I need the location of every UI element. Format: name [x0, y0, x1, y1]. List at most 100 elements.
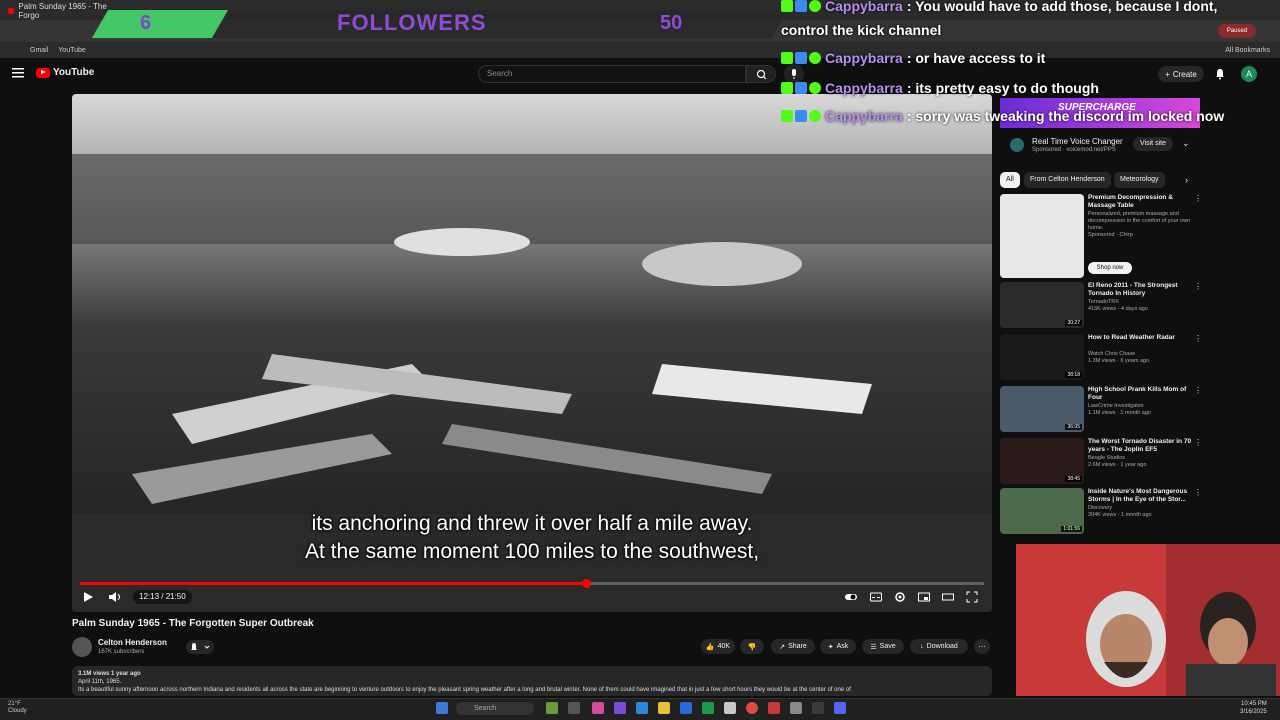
subscriber-count: 167K subscribers — [98, 649, 145, 655]
autoplay-toggle-icon[interactable] — [845, 591, 857, 603]
recommendation-title[interactable]: El Reno 2011 - The Strongest Tornado In … — [1088, 282, 1192, 298]
search-button[interactable] — [746, 65, 776, 83]
taskbar-search[interactable]: Search — [456, 702, 534, 715]
progress-bar-fill — [80, 582, 586, 585]
visit-site-button[interactable]: Visit site — [1133, 137, 1173, 151]
ad-title: Real Time Voice Changer — [1032, 137, 1123, 146]
chrome-icon[interactable] — [746, 702, 758, 714]
video-duration: 38:18 — [1065, 372, 1082, 378]
recommendation-title[interactable]: Premium Decompression & Massage Table — [1088, 194, 1192, 210]
views-date: 3.1M views 1 year ago — [78, 671, 141, 677]
ask-label: Ask — [836, 643, 849, 650]
windows-start-icon[interactable] — [436, 702, 448, 714]
like-button[interactable]: 👍 40K — [701, 639, 735, 654]
save-button[interactable]: ☰ Save — [862, 639, 904, 654]
bookmark-youtube[interactable]: YouTube — [58, 47, 86, 54]
kick-badge-icon — [781, 82, 793, 94]
miniplayer-icon[interactable] — [918, 591, 930, 603]
more-options-icon[interactable]: ⋮ — [1194, 334, 1202, 343]
recommendation-thumbnail[interactable] — [1000, 194, 1084, 278]
settings-gear-icon[interactable] — [894, 591, 906, 603]
more-options-icon[interactable]: ⋮ — [1194, 438, 1202, 447]
settings-icon[interactable] — [790, 702, 802, 714]
app-icon[interactable] — [724, 702, 736, 714]
description-text: Its a beautiful sunny afternoon across n… — [78, 687, 851, 693]
all-bookmarks[interactable]: All Bookmarks — [1225, 47, 1270, 54]
sparkle-icon: ✦ — [827, 643, 834, 651]
more-options-icon[interactable]: ⋮ — [1194, 488, 1202, 497]
chat-text: : or have access to it — [906, 50, 1046, 66]
teams-icon[interactable] — [614, 702, 626, 714]
recommendation-thumbnail[interactable]: 38:45 — [1000, 438, 1084, 484]
captions-icon[interactable] — [870, 591, 882, 603]
ask-button[interactable]: ✦ Ask — [820, 639, 856, 654]
discord-icon[interactable] — [834, 702, 846, 714]
chevron-down-icon[interactable]: ⌄ — [1182, 138, 1190, 149]
recommendation-stats: 2.6M views · 1 year ago — [1088, 462, 1147, 468]
description-box[interactable]: 3.1M views 1 year ago April 11th, 1965. … — [72, 666, 992, 696]
profile-status[interactable]: Paused — [1218, 24, 1256, 38]
save-icon: ☰ — [870, 643, 877, 651]
excel-icon[interactable] — [702, 702, 714, 714]
search-icon — [756, 69, 767, 80]
theater-mode-icon[interactable] — [942, 591, 954, 603]
account-avatar[interactable]: A — [1241, 66, 1257, 82]
chip-all[interactable]: All — [1000, 172, 1020, 188]
recommendation-stats: 1.3M views · 6 years ago — [1088, 358, 1150, 364]
play-icon[interactable] — [82, 591, 94, 603]
subtitle-line-2: At the same moment 100 miles to the sout… — [304, 540, 760, 563]
recommendation-stats: Personalized, premium massage and decomp… — [1088, 211, 1191, 231]
share-button[interactable]: ↗ Share — [771, 639, 815, 654]
dislike-button[interactable]: 👎 — [740, 639, 764, 654]
weather-widget[interactable]: 21°F Cloudy — [8, 701, 27, 715]
task-view-icon[interactable] — [546, 702, 558, 714]
notifications-bell-icon[interactable] — [1214, 68, 1226, 80]
edge-icon[interactable] — [636, 702, 648, 714]
recommendation-thumbnail[interactable]: 30:27 — [1000, 282, 1084, 328]
chip-from-channel[interactable]: From Celton Henderson — [1024, 172, 1111, 188]
volume-icon[interactable] — [108, 591, 122, 603]
vip-badge-icon — [809, 110, 821, 122]
recommendation-title[interactable]: Inside Nature's Most Dangerous Storms | … — [1088, 488, 1192, 504]
recommendation-thumbnail[interactable]: 38:18 — [1000, 334, 1084, 380]
copilot-icon[interactable] — [592, 702, 604, 714]
progress-scrubber[interactable] — [581, 579, 591, 588]
recommendation-thumbnail[interactable]: 36:05 — [1000, 386, 1084, 432]
chat-message: Cappybarra: or have access to it — [781, 50, 1045, 66]
chat-text: : You would have to add those, because I… — [906, 0, 1218, 14]
more-actions-button[interactable]: ⋯ — [974, 639, 990, 654]
chip-meteorology[interactable]: Meteorology — [1114, 172, 1165, 188]
subscribed-bell-button[interactable] — [186, 640, 214, 654]
channel-name[interactable]: Celton Henderson — [98, 638, 167, 647]
shop-now-button[interactable]: Shop now — [1088, 262, 1132, 274]
hamburger-menu-icon[interactable] — [12, 68, 24, 78]
recommendation-channel: Discovery — [1088, 505, 1113, 511]
more-options-icon[interactable]: ⋮ — [1194, 194, 1202, 203]
store-icon[interactable] — [680, 702, 692, 714]
chat-message: Cappybarra: sorry was tweaking the disco… — [781, 108, 1224, 124]
save-label: Save — [879, 643, 896, 650]
create-button[interactable]: + Create — [1158, 66, 1204, 82]
download-button[interactable]: ↓ Download — [910, 639, 968, 654]
recommendation-title[interactable]: High School Prank Kills Mom of Four — [1088, 386, 1192, 402]
recommendation-title[interactable]: How to Read Weather Radar — [1088, 334, 1192, 342]
kick-badge-icon — [781, 0, 793, 12]
system-clock[interactable]: 10:45 PM 3/16/2025 — [1240, 700, 1267, 716]
chevron-right-icon[interactable]: › — [1185, 175, 1188, 185]
recommendation-thumbnail[interactable]: 1:01:56 — [1000, 488, 1084, 534]
chat-text: : its pretty easy to do though — [906, 80, 1099, 96]
file-explorer-icon[interactable] — [568, 702, 580, 714]
recommendation-title[interactable]: The Worst Tornado Disaster in 70 years -… — [1088, 438, 1192, 454]
terminal-icon[interactable] — [812, 702, 824, 714]
fullscreen-icon[interactable] — [966, 591, 978, 603]
obs-icon[interactable] — [768, 702, 780, 714]
channel-avatar[interactable] — [72, 637, 92, 657]
recommendation-meta: Personalized, premium massage and decomp… — [1088, 211, 1192, 239]
follower-count: 6 — [140, 12, 152, 34]
more-options-icon[interactable]: ⋮ — [1194, 386, 1202, 395]
bookmark-gmail[interactable]: Gmail — [30, 47, 48, 54]
folder-icon[interactable] — [658, 702, 670, 714]
search-input[interactable]: Search — [478, 65, 746, 83]
more-options-icon[interactable]: ⋮ — [1194, 282, 1202, 291]
youtube-logo[interactable]: YouTube — [36, 67, 94, 78]
